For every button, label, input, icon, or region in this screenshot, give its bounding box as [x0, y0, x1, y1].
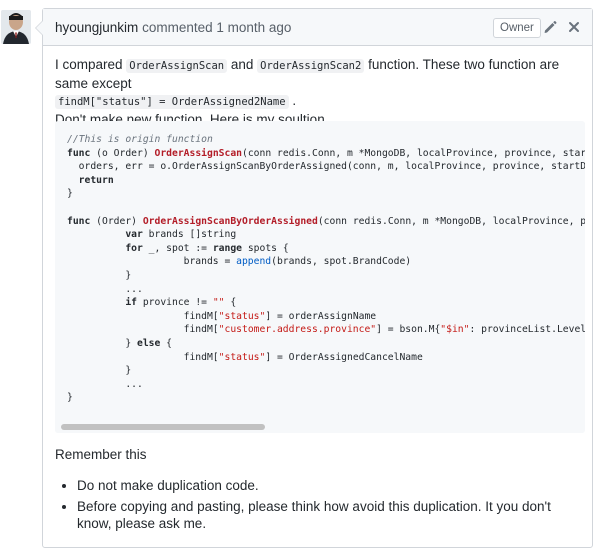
code-line: }	[67, 188, 73, 200]
comment-meta: hyoungjunkim commented 1 month ago	[55, 20, 291, 35]
pencil-icon[interactable]	[542, 19, 558, 35]
code-line: brands = append(brands, spot.BrandCode)	[67, 256, 412, 268]
code-line: //This is origin function	[67, 134, 213, 145]
code-line: findM["status"] = orderAssignName	[67, 310, 377, 322]
inline-code-orderassignscan: OrderAssignScan	[126, 59, 228, 73]
code-line: }	[67, 365, 132, 377]
avatar-image	[1, 10, 31, 44]
remember-heading: Remember this	[55, 447, 147, 462]
intro-text-2: and	[227, 57, 258, 72]
avatar[interactable]	[1, 10, 31, 44]
code-line: ...	[67, 378, 143, 390]
code-line: func (o Order) OrderAssignScan(conn redi…	[67, 147, 585, 159]
code-line: var brands []string	[125, 229, 237, 241]
list-item: Before copying and pasting, please think…	[77, 498, 585, 532]
code-line: } else {	[67, 337, 173, 349]
comment-box: hyoungjunkim commented 1 month ago Owner…	[35, 8, 593, 548]
code-line: }	[67, 392, 73, 404]
intro-paragraph: I compared OrderAssignScan and OrderAssi…	[55, 56, 585, 128]
horizontal-scrollbar[interactable]	[55, 421, 585, 433]
list-item: Do not make duplication code.	[77, 477, 585, 494]
intro-text-1: I compared	[55, 57, 127, 72]
code-block[interactable]: //This is origin function func (o Order) …	[55, 121, 585, 433]
code-line: for _, spot := range spots {	[125, 242, 289, 254]
bullet-list: Do not make duplication code. Before cop…	[55, 477, 585, 532]
code-content: //This is origin function func (o Order) …	[67, 133, 585, 405]
code-line: findM["customer.address.province"] = bso…	[67, 324, 585, 336]
inline-code-orderassignscan2: OrderAssignScan2	[257, 59, 365, 73]
inline-code-findm-status: findM["status"] = OrderAssigned2Name	[55, 95, 289, 109]
code-line: }	[67, 269, 132, 281]
comment-body: I compared OrderAssignScan and OrderAssi…	[55, 56, 585, 531]
scrollbar-thumb[interactable]	[61, 424, 265, 430]
after-code-section: Remember this Do not make duplication co…	[55, 446, 585, 536]
intro-text-4: .	[288, 93, 297, 108]
code-line: ...	[67, 283, 143, 295]
comment-timestamp[interactable]: commented 1 month ago	[142, 20, 291, 35]
close-icon[interactable]	[566, 19, 582, 35]
code-line: if province != "" {	[125, 297, 237, 309]
code-line: findM["status"] = OrderAssignedCancelNam…	[67, 351, 423, 363]
code-line: func (Order) OrderAssignScanByOrderAssig…	[67, 215, 585, 227]
owner-badge: Owner	[493, 18, 541, 38]
code-line: return	[78, 174, 114, 186]
comment-header: hyoungjunkim commented 1 month ago Owner	[43, 9, 592, 46]
code-line: orders, err = o.OrderAssignScanByOrderAs…	[67, 161, 585, 173]
author-link[interactable]: hyoungjunkim	[55, 20, 138, 35]
